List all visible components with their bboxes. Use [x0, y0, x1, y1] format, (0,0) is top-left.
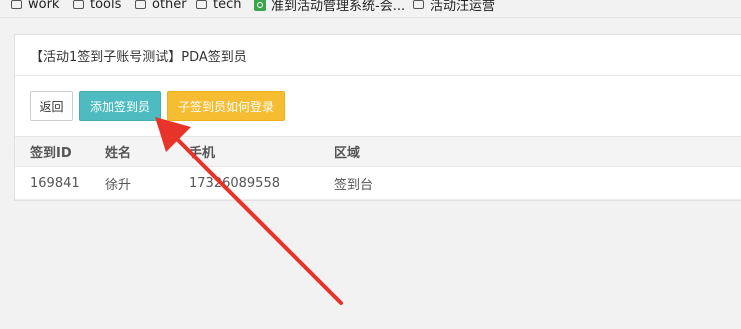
- bookmark-tech[interactable]: tech: [196, 0, 241, 13]
- site-icon: [254, 0, 266, 11]
- cell-area: 签到台: [334, 177, 374, 193]
- bookmark-tools[interactable]: tools: [73, 0, 121, 13]
- cell-name: 徐升: [105, 177, 132, 193]
- bookmark-label: 准到活动管理系统-会...: [271, 0, 406, 13]
- bookmark-label: tools: [90, 0, 122, 12]
- folder-icon: [196, 0, 207, 9]
- sub-staff-login-help-button[interactable]: 子签到员如何登录: [167, 91, 285, 121]
- bookmark-label: tech: [213, 0, 242, 12]
- bookmark-label: 活动汪运营: [430, 0, 496, 13]
- table-row[interactable]: 169841 徐升 17326089558 签到台: [15, 167, 741, 200]
- panel-header: 【活动1签到子账号测试】PDA签到员: [15, 35, 741, 76]
- column-header-name[interactable]: 姓名: [105, 137, 131, 166]
- bookmarks-bar: work tools other tech 准到活动管理系统-会... 活动汪运…: [0, 0, 741, 13]
- divider: [0, 17, 741, 18]
- cell-id: 169841: [30, 175, 80, 191]
- cell-phone: 17326089558: [189, 175, 280, 191]
- bookmark-work[interactable]: work: [11, 0, 59, 13]
- column-header-id[interactable]: 签到ID: [30, 137, 72, 166]
- folder-icon: [135, 0, 146, 9]
- folder-icon: [73, 0, 84, 9]
- panel-title: 【活动1签到子账号测试】PDA签到员: [30, 49, 247, 65]
- bookmark-label: other: [152, 0, 187, 12]
- staff-table: 签到ID 姓名 手机 区域 169841 徐升 17326089558 签到台: [15, 136, 741, 200]
- bookmark-label: work: [28, 0, 60, 12]
- folder-icon: [413, 0, 424, 9]
- bookmark-event-ops[interactable]: 活动汪运营: [413, 0, 495, 13]
- column-header-area[interactable]: 区域: [334, 137, 360, 166]
- add-checkin-staff-button[interactable]: 添加签到员: [79, 91, 161, 121]
- bookmark-other[interactable]: other: [135, 0, 187, 13]
- bookmark-event-system[interactable]: 准到活动管理系统-会...: [254, 0, 405, 13]
- column-header-phone[interactable]: 手机: [189, 137, 215, 166]
- table-header: 签到ID 姓名 手机 区域: [15, 136, 741, 167]
- back-button[interactable]: 返回: [30, 91, 73, 121]
- checkin-staff-panel: 【活动1签到子账号测试】PDA签到员 返回 添加签到员 子签到员如何登录 签到I…: [14, 34, 741, 201]
- folder-icon: [11, 0, 22, 9]
